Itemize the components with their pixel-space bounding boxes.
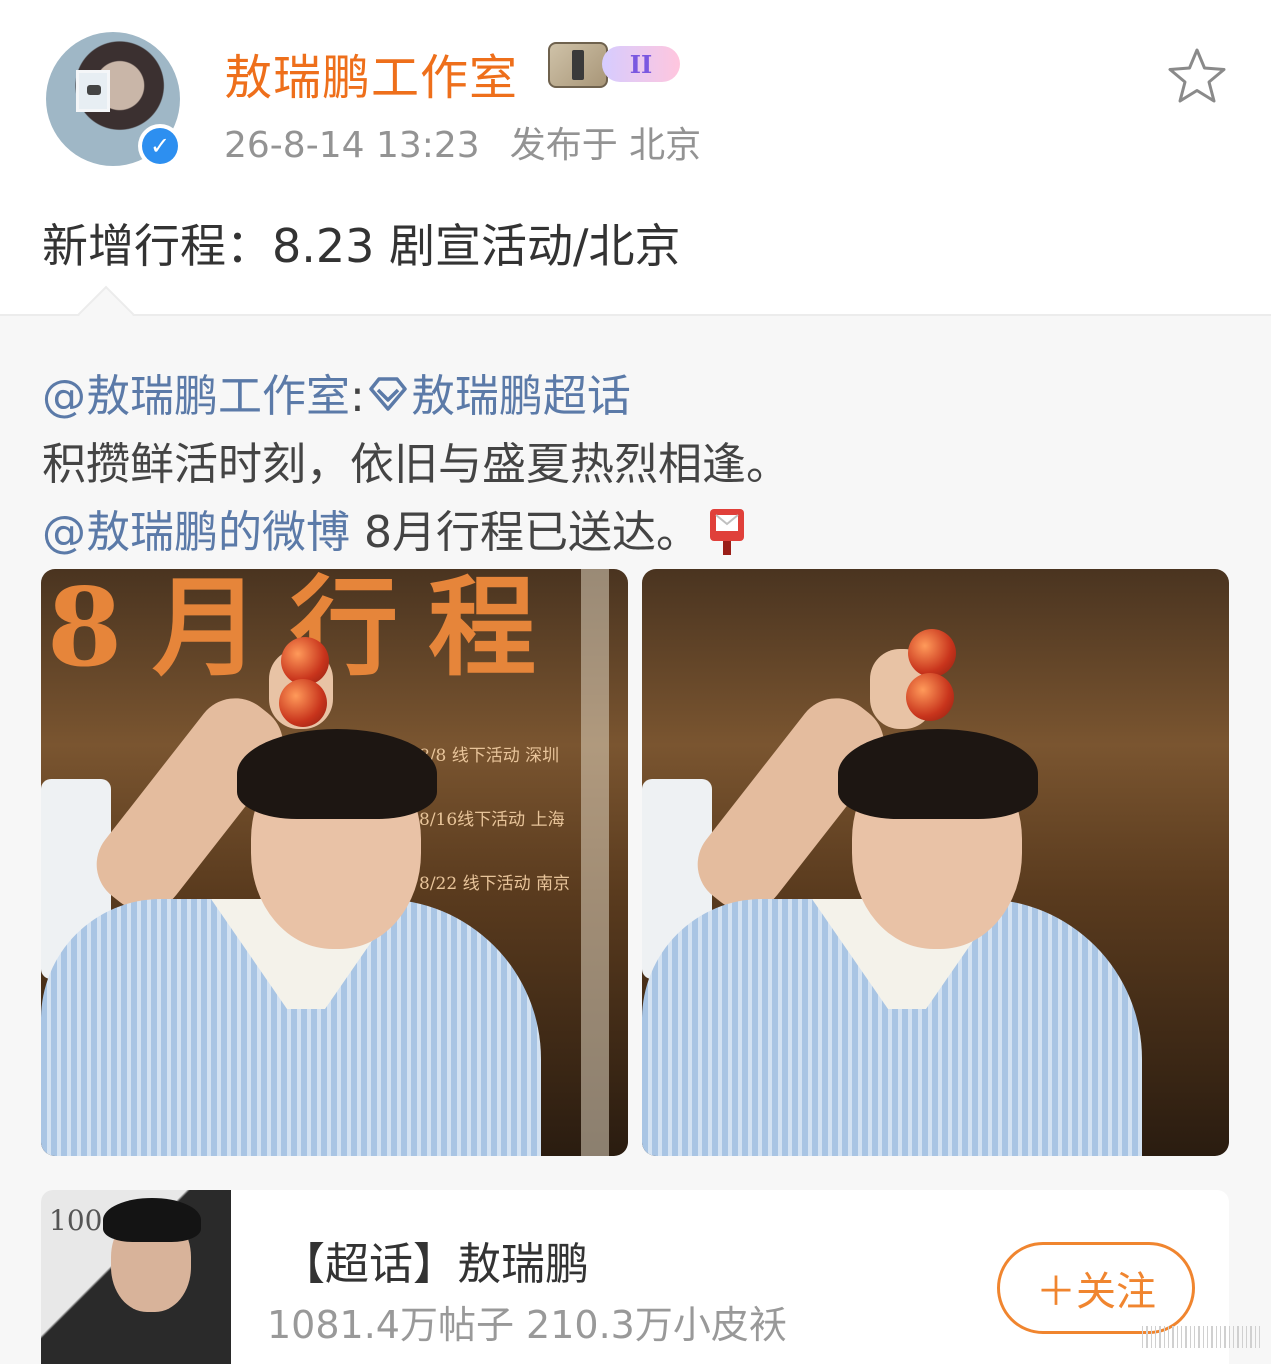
repost-mention-2[interactable]: @敖瑞鹏的微博 [42,507,350,558]
badge-level: II [629,49,653,79]
badge-figure [548,42,608,88]
repost-notch [77,285,135,343]
diamond-topic-icon [369,377,407,411]
repost-mention[interactable]: @敖瑞鹏工作室 [42,371,350,422]
repost-separator: : [350,371,365,422]
repost-line-2: 积攒鲜活时刻，依旧与盛夏热烈相逢。 [42,439,790,490]
hair [237,729,437,819]
post-header: ✓ 敖瑞鹏工作室 II 26-8-14 13:23 发布于 北京 [0,0,1271,190]
apple-top [281,637,329,685]
apple-bottom [279,679,327,727]
topic-title: 【超话】敖瑞鹏 [281,1239,589,1290]
post-text: 新增行程：8.23 剧宣活动/北京 [42,219,681,273]
hair [838,729,1038,819]
thumbnail-hair [103,1198,201,1242]
apple-top [908,629,956,677]
member-badge-icon[interactable]: II [548,40,684,90]
watermark-lines [1142,1318,1261,1348]
topic-link[interactable]: 敖瑞鹏超话 [411,371,631,422]
post-meta: 26-8-14 13:23 发布于 北京 [224,116,701,168]
badge-level-pill: II [602,46,680,82]
post-timestamp: 26-8-14 13:23 [224,125,480,166]
repost-line-3: @敖瑞鹏的微博 8月行程已送达。 [42,496,748,560]
repost-line-1: @敖瑞鹏工作室: 敖瑞鹏超话 [42,360,631,424]
verified-icon: ✓ [138,124,182,168]
schedule-item-2: 8/16线下活动 上海 [419,810,565,830]
topic-thumbnail: 1006 [41,1190,231,1364]
post-image-1[interactable]: 8月行程 8/8 线下活动 深圳 8/16线下活动 上海 8/22 线下活动 南… [41,569,628,1156]
star-icon[interactable] [1166,46,1228,108]
username[interactable]: 敖瑞鹏工作室 [224,38,518,108]
topic-stats: 1081.4万帖子 210.3万小皮袄 [267,1303,787,1347]
avatar-photo-card [76,70,110,112]
schedule-item-3: 8/22 线下活动 南京 [419,874,570,894]
post-image-2[interactable] [642,569,1229,1156]
topic-card[interactable]: 1006 【超话】敖瑞鹏 1081.4万帖子 210.3万小皮袄 ＋关注 [41,1190,1229,1364]
post-location: 发布于 北京 [509,125,702,166]
image-pillar [581,569,609,1156]
schedule-item-1: 8/8 线下活动 深圳 [419,746,560,766]
mailbox-icon [709,509,744,555]
repost-line-3-text: 8月行程已送达。 [350,507,700,558]
apple-bottom [906,673,954,721]
